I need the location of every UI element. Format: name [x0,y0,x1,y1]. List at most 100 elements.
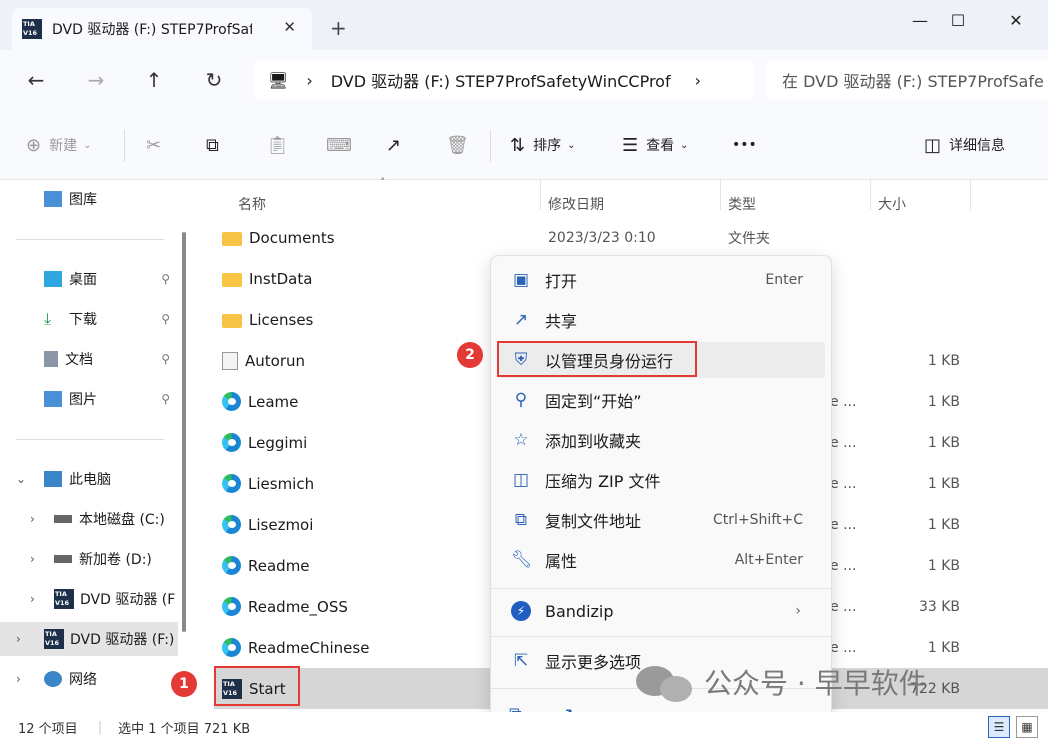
sidebar-item-label: 此电脑 [69,472,111,488]
command-bar: ⊕ 新建 ⌄ ✂ ⧉ 📋︎ ⌨ ↗ 🗑︎ ⇅ 排序 ⌄ ☰ 查看 ⌄ ••• ◫… [0,110,1048,180]
share-icon: ↗ [386,134,402,156]
sidebar-item-pictures[interactable]: 图片 ⚲ [0,382,178,416]
view-button[interactable]: ☰ 查看 ⌄ [622,130,689,160]
cut-button[interactable]: ✂ [146,130,169,160]
breadcrumb-chevron-icon[interactable]: › [306,71,312,90]
bandizip-icon: ⚡︎ [511,601,531,621]
menu-item-label: 打开 [545,272,578,291]
column-header-name[interactable]: 名称 [238,194,266,214]
menu-item-add-favorites[interactable]: ☆ 添加到收藏夹 [499,422,825,458]
sidebar-item-volume-d[interactable]: › 新加卷 (D:) [0,542,178,576]
folder-icon [222,231,242,246]
details-view-button[interactable]: ☰ [988,716,1010,738]
sidebar-item-local-c[interactable]: › 本地磁盘 (C:) [0,502,178,536]
chevron-right-icon[interactable]: › [30,592,35,606]
file-type-truncated: e ... [830,434,857,451]
column-divider[interactable] [720,180,721,210]
up-button[interactable]: ↑ [136,64,172,96]
menu-item-bandizip[interactable]: ⚡︎ Bandizip › [499,593,825,629]
back-button[interactable]: ← [18,64,54,96]
new-tab-button[interactable]: + [330,16,347,40]
menu-item-compress-zip[interactable]: ◫ 压缩为 ZIP 文件 [499,462,825,498]
menu-item-label: 显示更多选项 [545,653,642,672]
sidebar-item-desktop[interactable]: 桌面 ⚲ [0,262,178,296]
tiles-view-button[interactable]: ▦ [1016,716,1038,738]
details-pane-icon: ◫ [924,134,942,156]
column-header-modified[interactable]: 修改日期 [548,194,604,214]
file-size: 1 KB [927,475,960,492]
file-size: 1 KB [927,393,960,410]
breadcrumb-chevron-icon[interactable]: › [695,71,701,90]
sidebar-item-label: 文档 [65,352,93,368]
file-type: 文件夹 [728,230,770,247]
refresh-button[interactable]: ↻ [196,64,232,96]
close-tab-icon[interactable]: ✕ [283,18,296,36]
paste-button[interactable]: 📋︎ [266,130,297,160]
column-divider[interactable] [540,180,541,210]
breadcrumb-current[interactable]: DVD 驱动器 (F:) STEP7ProfSafetyWinCCProf [331,68,671,92]
chevron-right-icon[interactable]: › [16,632,21,646]
pin-icon[interactable]: ⚲ [161,312,170,326]
file-name: Leggimi [248,433,308,452]
maximize-button[interactable]: ☐ [938,6,978,34]
sidebar-item-label: 网络 [69,672,97,688]
sidebar-item-label: 图片 [69,392,97,408]
sidebar-item-dvd-f-selected[interactable]: › TIA V16 DVD 驱动器 (F:) [0,622,178,656]
sidebar-item-documents[interactable]: 文档 ⚲ [0,342,178,376]
copy-button[interactable]: ⧉ [206,130,227,160]
sidebar-item-gallery[interactable]: 图库 [0,182,178,216]
network-icon [44,671,62,687]
minimize-button[interactable]: — [900,6,940,34]
menu-shortcut: Enter [765,272,803,288]
tia-portal-icon: TIA V16 [22,19,42,39]
table-row[interactable]: Documents 2023/3/23 0:10 文件夹 [214,217,1048,258]
tia-portal-icon: TIA V16 [54,589,74,609]
address-bar[interactable]: 🖥︎ › DVD 驱动器 (F:) STEP7ProfSafetyWinCCPr… [254,60,754,100]
file-size: 33 KB [918,598,960,615]
sidebar-scrollbar[interactable] [182,232,186,632]
rename-icon: ⌨ [326,134,352,156]
pin-icon[interactable]: ⚲ [161,352,170,366]
search-input[interactable]: 在 DVD 驱动器 (F:) STEP7ProfSafe [766,60,1048,100]
menu-item-label: 复制文件地址 [545,512,642,531]
menu-item-share[interactable]: ↗ 共享 [499,302,825,338]
more-button[interactable]: ••• [732,130,757,160]
chevron-right-icon[interactable]: › [30,512,35,526]
menu-item-open[interactable]: ▣ 打开 Enter [499,262,825,298]
close-window-button[interactable]: ✕ [996,6,1036,34]
sidebar-item-network[interactable]: › 网络 [0,662,178,696]
settings-file-icon [222,351,238,370]
column-header-size[interactable]: 大小 [878,194,906,214]
menu-item-copy-path[interactable]: ⧉ 复制文件地址 Ctrl+Shift+C [499,502,825,538]
sidebar-item-this-pc[interactable]: ⌄ 此电脑 [0,462,178,496]
menu-item-properties[interactable]: 🔧︎ 属性 Alt+Enter [499,542,825,578]
chevron-down-icon[interactable]: ⌄ [16,472,26,486]
edge-html-icon [222,474,241,493]
menu-item-label: Bandizip [545,601,614,621]
share-button[interactable]: ↗ [386,130,409,160]
column-divider[interactable] [970,180,971,210]
tab-title: DVD 驱动器 (F:) STEP7ProfSafe [52,22,252,38]
delete-button[interactable]: 🗑︎ [446,130,477,160]
pin-icon[interactable]: ⚲ [161,272,170,286]
menu-divider [491,588,831,589]
column-divider[interactable] [870,180,871,210]
new-button[interactable]: ⊕ 新建 ⌄ [26,130,91,160]
sidebar-item-dvd-f[interactable]: › TIA V16 DVD 驱动器 (F [0,582,178,616]
file-type-truncated: e ... [830,393,857,410]
menu-item-pin-start[interactable]: ⚲ 固定到“开始” [499,382,825,418]
sort-button[interactable]: ⇅ 排序 ⌄ [510,130,575,160]
file-size: 1 KB [927,557,960,574]
tab-dvd-drive[interactable]: TIA V16 DVD 驱动器 (F:) STEP7ProfSafe ✕ [12,8,312,50]
sidebar-item-label: 新加卷 (D:) [79,552,152,568]
column-header-type[interactable]: 类型 [728,194,756,214]
details-pane-button[interactable]: ◫ 详细信息 [924,130,1005,160]
file-name: Lisezmoi [248,515,314,534]
pin-icon[interactable]: ⚲ [161,392,170,406]
chevron-right-icon[interactable]: › [16,672,21,686]
chevron-right-icon[interactable]: › [30,552,35,566]
forward-button[interactable]: → [78,64,114,96]
sidebar-item-downloads[interactable]: ⤓ 下载 ⚲ [0,302,178,336]
rename-button[interactable]: ⌨ [326,130,360,160]
toolbar-divider [124,130,125,162]
